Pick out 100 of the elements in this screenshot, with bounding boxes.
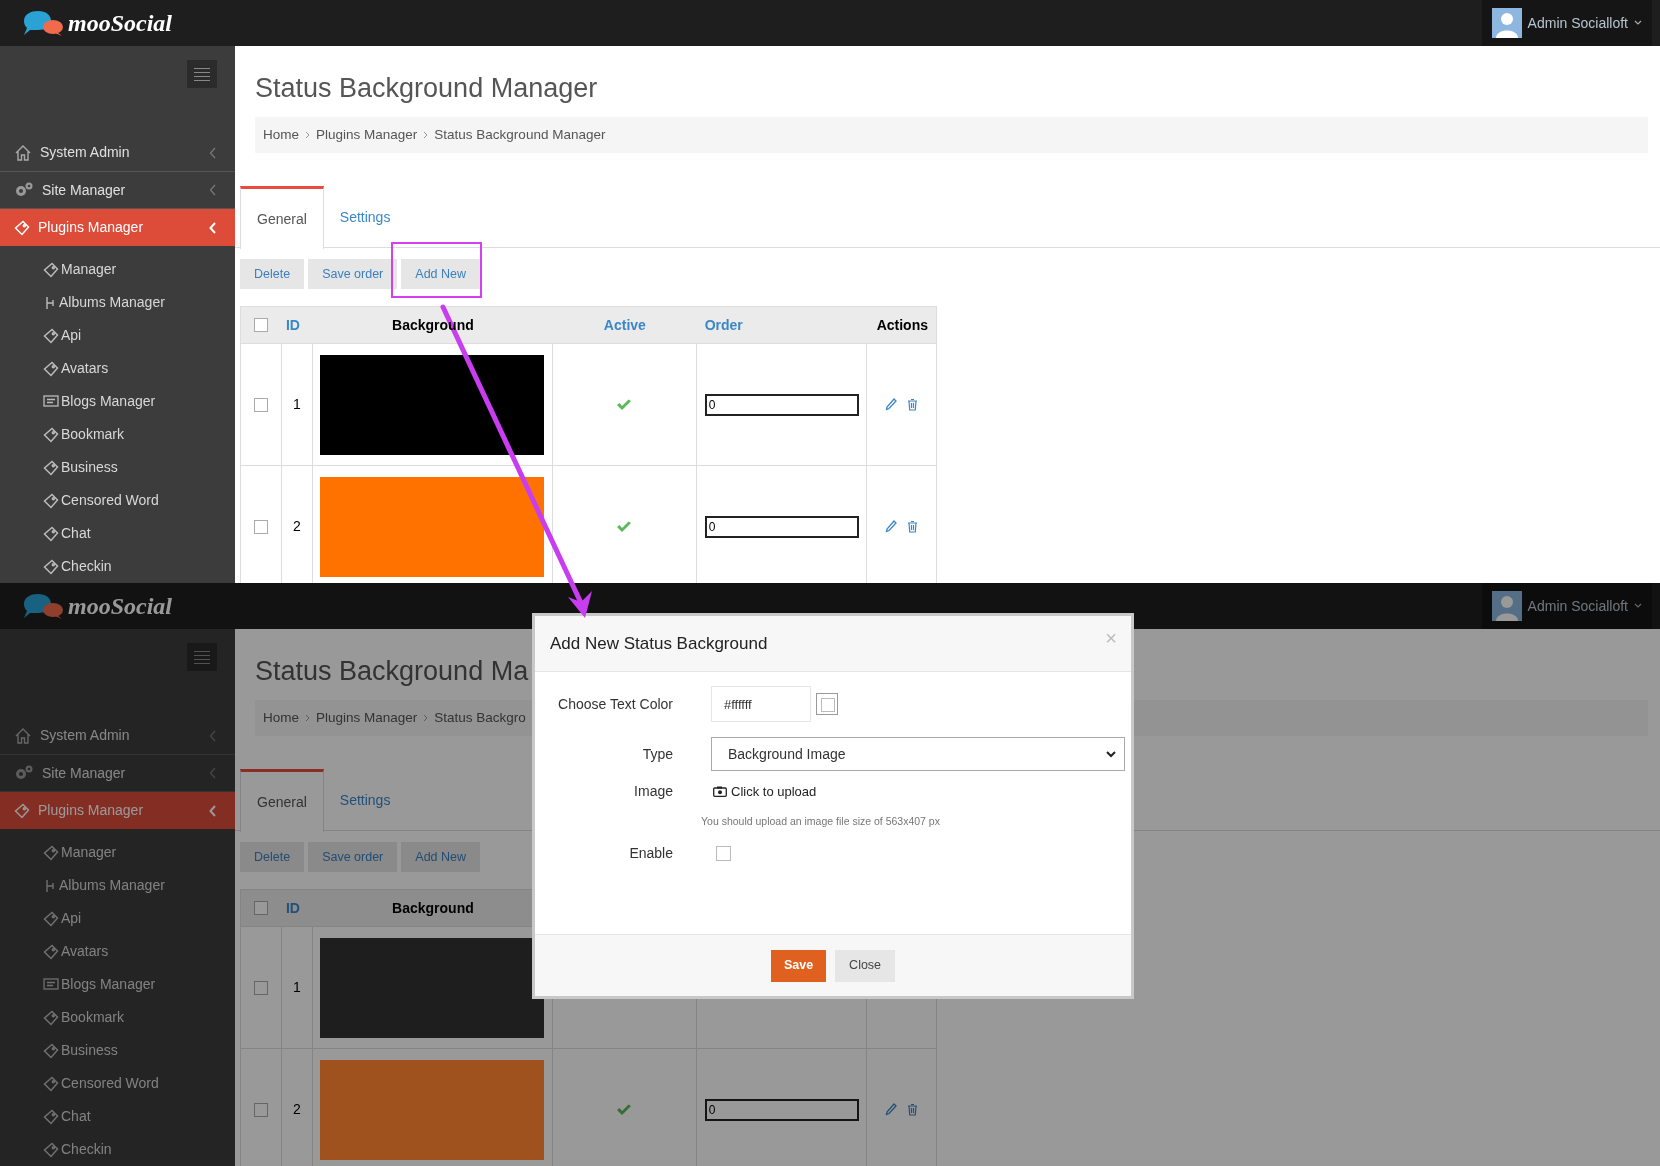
- breadcrumb-link[interactable]: Status Backgro: [434, 707, 526, 729]
- field-label: Enable: [629, 845, 673, 861]
- tag-icon: [14, 802, 30, 819]
- pencil-icon[interactable]: [885, 520, 898, 533]
- submenu-item[interactable]: Api: [0, 319, 235, 352]
- breadcrumb-link[interactable]: Home: [263, 707, 299, 729]
- trash-icon[interactable]: [907, 398, 919, 411]
- tab[interactable]: Settings: [323, 186, 407, 248]
- user-menu[interactable]: Admin Socialloft: [1481, 583, 1652, 629]
- submenu-item[interactable]: Chat: [0, 1100, 235, 1133]
- dialog-button[interactable]: Save: [770, 949, 827, 982]
- camera-icon: [713, 786, 727, 797]
- sidebar-item[interactable]: Plugins Manager: [0, 792, 235, 830]
- breadcrumb-link[interactable]: Status Background Manager: [434, 124, 606, 146]
- checkbox[interactable]: [716, 846, 731, 861]
- checkbox[interactable]: [253, 519, 268, 534]
- dialog-title: Add New Status Background: [550, 632, 768, 655]
- upload-link[interactable]: Click to upload: [713, 781, 817, 802]
- table-cell-text: 1: [292, 395, 301, 414]
- tab[interactable]: General: [240, 186, 324, 249]
- submenu-item[interactable]: Manager: [0, 836, 235, 869]
- checkbox[interactable]: [254, 901, 269, 915]
- column-header[interactable]: Active: [603, 314, 646, 336]
- page-title: Status Background Ma: [255, 655, 529, 688]
- checkbox[interactable]: [253, 980, 268, 995]
- submenu-item[interactable]: Chat: [0, 517, 235, 550]
- type-dropdown[interactable]: Background Image: [711, 737, 1125, 771]
- submenu-item[interactable]: Censored Word: [0, 1067, 235, 1100]
- checkbox[interactable]: [254, 318, 269, 332]
- submenu-item[interactable]: Albums Manager: [0, 869, 235, 902]
- color-field[interactable]: #ffffff: [711, 686, 811, 722]
- breadcrumb-link[interactable]: Plugins Manager: [316, 124, 418, 146]
- tag-icon: [43, 1075, 59, 1092]
- list-icon: [43, 977, 59, 992]
- logo-text: mooSocial: [68, 594, 172, 618]
- submenu-item[interactable]: Manager: [0, 253, 235, 286]
- trash-icon[interactable]: [907, 1103, 919, 1116]
- caret-icon: [1634, 20, 1642, 26]
- toolbar-button[interactable]: Add New: [401, 842, 481, 872]
- chevron-icon: [209, 221, 217, 234]
- tag-icon: [43, 360, 59, 377]
- checkbox[interactable]: [253, 397, 268, 412]
- breadcrumb-link[interactable]: Plugins Manager: [316, 707, 418, 729]
- submenu-item[interactable]: Bookmark: [0, 418, 235, 451]
- order-field[interactable]: 0: [704, 393, 859, 416]
- chevron-icon: [209, 729, 217, 742]
- tab[interactable]: Settings: [323, 769, 407, 831]
- branch-icon: [43, 877, 57, 894]
- submenu-item[interactable]: Avatars: [0, 352, 235, 385]
- submenu-item[interactable]: Business: [0, 1034, 235, 1067]
- breadcrumb-link[interactable]: Home: [263, 124, 299, 146]
- trash-icon[interactable]: [907, 520, 919, 533]
- chevron-down-icon: [1106, 750, 1116, 758]
- tag-icon: [43, 558, 59, 575]
- submenu-item[interactable]: Business: [0, 451, 235, 484]
- tag-icon: [43, 492, 59, 509]
- field-label: Type: [642, 745, 673, 762]
- tag-icon: [43, 910, 59, 927]
- tag-icon: [43, 844, 59, 861]
- chevron-icon: [209, 146, 217, 159]
- tag-icon: [43, 426, 59, 443]
- toolbar-button[interactable]: Delete: [240, 259, 305, 289]
- toolbar-button[interactable]: Save order: [308, 842, 398, 872]
- toolbar-button[interactable]: Delete: [240, 842, 305, 872]
- submenu-item[interactable]: Bookmark: [0, 1001, 235, 1034]
- tag-icon: [43, 1108, 59, 1125]
- submenu-item[interactable]: Blogs Manager: [0, 968, 235, 1001]
- submenu-item[interactable]: Api: [0, 902, 235, 935]
- menu-icon[interactable]: [187, 60, 217, 88]
- submenu-item[interactable]: Blogs Manager: [0, 385, 235, 418]
- toolbar-button[interactable]: Add New: [401, 259, 481, 289]
- submenu-item[interactable]: Censored Word: [0, 484, 235, 517]
- toolbar-button[interactable]: Save order: [308, 259, 398, 289]
- chevron-icon: [209, 184, 217, 197]
- tab[interactable]: General: [240, 769, 324, 832]
- order-field[interactable]: 0: [704, 1098, 859, 1121]
- caret-icon: [1634, 603, 1642, 609]
- column-header[interactable]: Order: [704, 314, 743, 336]
- column-header: Actions: [876, 315, 928, 335]
- separator-icon: [305, 131, 310, 139]
- separator-icon: [423, 714, 429, 722]
- avatar-icon: [1491, 8, 1522, 38]
- tag-icon: [43, 327, 59, 344]
- sidebar-item[interactable]: Plugins Manager: [0, 209, 235, 247]
- color-picker-button[interactable]: [816, 693, 838, 715]
- column-header[interactable]: ID: [285, 897, 300, 919]
- order-field[interactable]: 0: [704, 515, 859, 538]
- submenu-item[interactable]: Checkin: [0, 1133, 235, 1166]
- column-header[interactable]: ID: [285, 314, 300, 336]
- pencil-icon[interactable]: [885, 398, 898, 411]
- user-menu[interactable]: Admin Socialloft: [1481, 0, 1652, 46]
- hint-text: You should upload an image file size of 563x407 px: [701, 815, 940, 827]
- menu-icon[interactable]: [187, 643, 217, 671]
- submenu-item[interactable]: Albums Manager: [0, 286, 235, 319]
- pencil-icon[interactable]: [885, 1103, 898, 1116]
- checkbox[interactable]: [253, 1102, 268, 1117]
- submenu-item[interactable]: Checkin: [0, 550, 235, 583]
- submenu-item[interactable]: Avatars: [0, 935, 235, 968]
- dialog-button[interactable]: Close: [835, 949, 896, 982]
- table-cell-text: 2: [292, 1100, 301, 1119]
